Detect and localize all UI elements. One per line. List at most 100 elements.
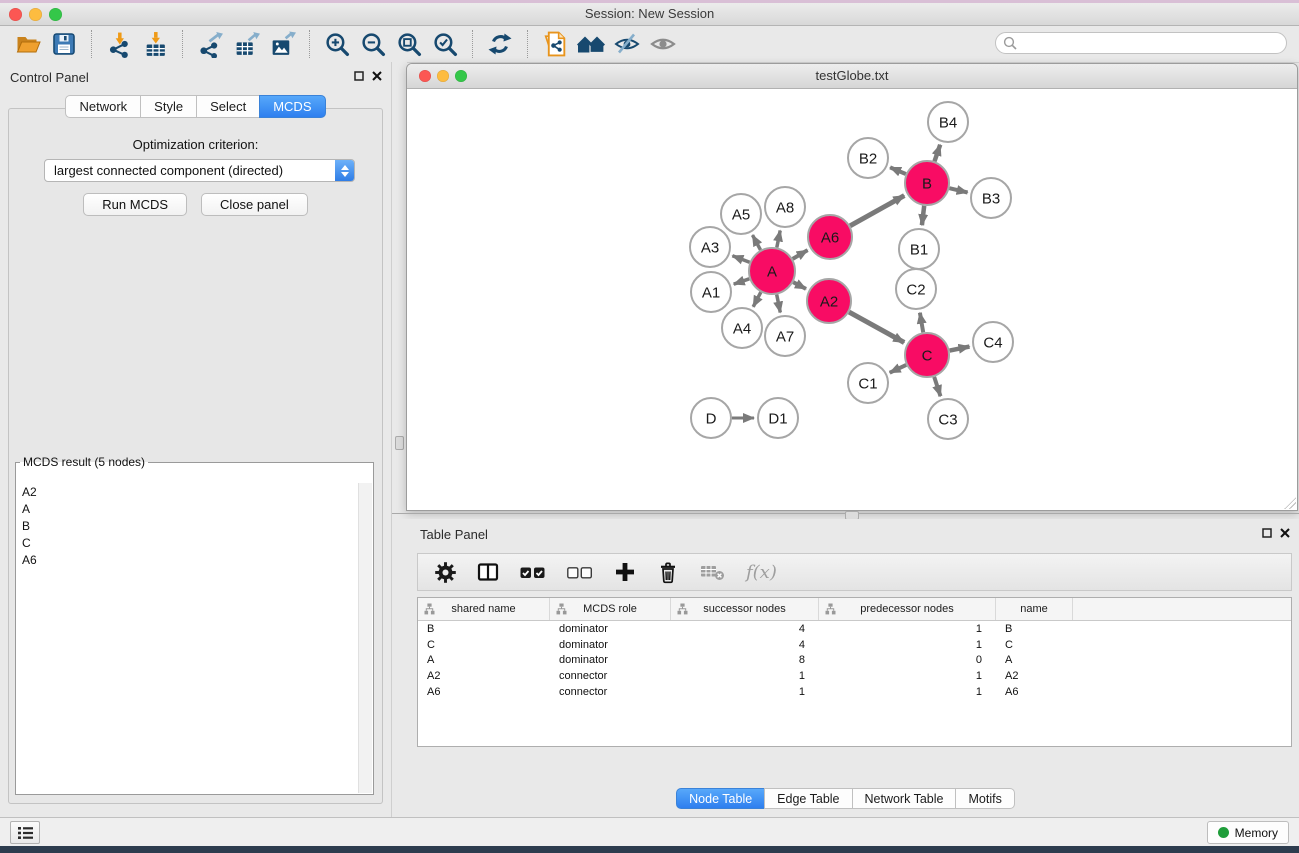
graph-edge-A-A8[interactable] bbox=[777, 231, 780, 248]
network-graph[interactable]: A A1 A2 A3 A4 A5 A6 A7 A8 B B1 B2 B3B4 C C1 C2 C3C4 D D1 bbox=[407, 89, 1297, 510]
graph-node-B3[interactable]: B3 bbox=[971, 178, 1011, 218]
graph-node-A7[interactable]: A7 bbox=[765, 316, 805, 356]
mcds-result-item[interactable]: B bbox=[17, 517, 359, 534]
graph-edge-C-C4[interactable] bbox=[950, 347, 970, 351]
tab-node-table[interactable]: Node Table bbox=[676, 788, 765, 809]
column-header-name[interactable]: name bbox=[996, 598, 1073, 620]
mcds-result-item[interactable]: A6 bbox=[17, 551, 359, 568]
column-header-shared-name[interactable]: shared name bbox=[418, 598, 550, 620]
window-resize-grip[interactable] bbox=[1284, 497, 1296, 509]
float-panel-icon[interactable] bbox=[1262, 528, 1272, 538]
close-panel-icon[interactable] bbox=[1280, 528, 1290, 538]
tab-network[interactable]: Network bbox=[65, 95, 141, 118]
delete-columns-trash-icon[interactable] bbox=[657, 561, 679, 584]
graph-edge-A-A2[interactable] bbox=[793, 282, 806, 289]
graph-node-A6[interactable]: A6 bbox=[808, 215, 852, 259]
search-input[interactable] bbox=[1021, 35, 1286, 51]
graph-node-A3[interactable]: A3 bbox=[690, 227, 730, 267]
mcds-result-item[interactable]: A2 bbox=[17, 483, 359, 500]
tab-network-table[interactable]: Network Table bbox=[852, 788, 957, 809]
graph-node-A1[interactable]: A1 bbox=[691, 272, 731, 312]
graph-node-B2[interactable]: B2 bbox=[848, 138, 888, 178]
export-network-icon[interactable] bbox=[194, 29, 226, 59]
graph-edge-C-C3[interactable] bbox=[934, 377, 940, 396]
graph-node-C[interactable]: C bbox=[905, 333, 949, 377]
column-header-predecessor-nodes[interactable]: predecessor nodes bbox=[819, 598, 996, 620]
network-from-file-icon[interactable] bbox=[539, 29, 571, 59]
show-panels-eye-icon[interactable] bbox=[647, 29, 679, 59]
graph-node-A2[interactable]: A2 bbox=[807, 279, 851, 323]
graph-node-C1[interactable]: C1 bbox=[848, 363, 888, 403]
graph-node-D1[interactable]: D1 bbox=[758, 398, 798, 438]
graph-edge-C-C1[interactable] bbox=[890, 365, 907, 373]
graph-node-A4[interactable]: A4 bbox=[722, 308, 762, 348]
graph-edge-A-A6[interactable] bbox=[793, 250, 808, 259]
network-canvas[interactable]: A A1 A2 A3 A4 A5 A6 A7 A8 B B1 B2 B3B4 C C1 C2 C3C4 D D1 bbox=[407, 89, 1297, 510]
home-layout-icon[interactable] bbox=[575, 29, 607, 59]
table-row[interactable]: A2connector11A2 bbox=[418, 668, 1291, 684]
graph-node-B[interactable]: B bbox=[905, 161, 949, 205]
graph-node-A5[interactable]: A5 bbox=[721, 194, 761, 234]
table-row[interactable]: A6connector11A6 bbox=[418, 684, 1291, 700]
zoom-in-icon[interactable] bbox=[321, 29, 353, 59]
tab-motifs[interactable]: Motifs bbox=[955, 788, 1014, 809]
create-column-plus-icon[interactable] bbox=[614, 561, 636, 583]
refresh-view-icon[interactable] bbox=[484, 29, 516, 59]
graph-edge-A-A1[interactable] bbox=[734, 279, 750, 284]
unselect-all-columns-icon[interactable] bbox=[567, 566, 593, 579]
graph-node-C4[interactable]: C4 bbox=[973, 322, 1013, 362]
column-header-successor-nodes[interactable]: successor nodes bbox=[671, 598, 819, 620]
graph-edge-A-A3[interactable] bbox=[732, 256, 749, 263]
criterion-select[interactable]: largest connected component (directed) bbox=[44, 159, 355, 182]
save-session-icon[interactable] bbox=[48, 29, 80, 59]
network-window-titlebar[interactable]: testGlobe.txt bbox=[407, 64, 1297, 89]
vertical-split-grip[interactable] bbox=[395, 436, 404, 450]
task-history-button[interactable] bbox=[10, 821, 40, 844]
node-table[interactable]: shared nameMCDS rolesuccessor nodesprede… bbox=[417, 597, 1292, 747]
show-column-icon[interactable] bbox=[477, 562, 499, 582]
hide-panels-eye-icon[interactable] bbox=[611, 29, 643, 59]
zoom-fit-icon[interactable] bbox=[393, 29, 425, 59]
graph-node-A8[interactable]: A8 bbox=[765, 187, 805, 227]
settings-gear-icon[interactable] bbox=[435, 562, 456, 583]
graph-edge-A-A7[interactable] bbox=[777, 295, 781, 313]
zoom-out-icon[interactable] bbox=[357, 29, 389, 59]
table-row[interactable]: Cdominator41C bbox=[418, 637, 1291, 653]
mcds-result-item[interactable]: A bbox=[17, 500, 359, 517]
graph-edge-B-B1[interactable] bbox=[922, 206, 924, 225]
graph-edge-A-A4[interactable] bbox=[753, 292, 761, 307]
graph-node-D[interactable]: D bbox=[691, 398, 731, 438]
tab-mcds[interactable]: MCDS bbox=[259, 95, 325, 118]
graph-edge-B-B3[interactable] bbox=[949, 188, 967, 192]
graph-node-B1[interactable]: B1 bbox=[899, 229, 939, 269]
table-row[interactable]: Adominator80A bbox=[418, 653, 1291, 669]
mcds-result-item[interactable]: C bbox=[17, 534, 359, 551]
search-field[interactable] bbox=[995, 32, 1287, 54]
graph-edge-A6-B[interactable] bbox=[850, 196, 904, 226]
graph-edge-C-C2[interactable] bbox=[920, 313, 923, 333]
tab-style[interactable]: Style bbox=[140, 95, 197, 118]
mcds-result-scrollbar[interactable] bbox=[358, 483, 372, 793]
table-row[interactable]: Bdominator41B bbox=[418, 621, 1291, 637]
import-network-icon[interactable] bbox=[103, 29, 135, 59]
memory-button[interactable]: Memory bbox=[1207, 821, 1289, 844]
float-panel-icon[interactable] bbox=[354, 71, 364, 81]
column-header-MCDS-role[interactable]: MCDS role bbox=[550, 598, 671, 620]
export-image-icon[interactable] bbox=[266, 29, 298, 59]
tab-edge-table[interactable]: Edge Table bbox=[764, 788, 852, 809]
select-all-columns-icon[interactable] bbox=[520, 566, 546, 579]
graph-edge-B-B2[interactable] bbox=[890, 167, 906, 174]
graph-edge-A2-C[interactable] bbox=[849, 312, 904, 342]
graph-node-A[interactable]: A bbox=[749, 248, 795, 294]
graph-node-C2[interactable]: C2 bbox=[896, 269, 936, 309]
close-panel-button[interactable]: Close panel bbox=[201, 193, 308, 216]
open-session-icon[interactable] bbox=[12, 29, 44, 59]
graph-edge-B-B4[interactable] bbox=[935, 145, 941, 162]
run-mcds-button[interactable]: Run MCDS bbox=[83, 193, 187, 216]
graph-node-C3[interactable]: C3 bbox=[928, 399, 968, 439]
zoom-selected-icon[interactable] bbox=[429, 29, 461, 59]
graph-edge-A-A5[interactable] bbox=[753, 235, 761, 250]
import-table-icon[interactable] bbox=[139, 29, 171, 59]
tab-select[interactable]: Select bbox=[196, 95, 260, 118]
graph-node-B4[interactable]: B4 bbox=[928, 102, 968, 142]
